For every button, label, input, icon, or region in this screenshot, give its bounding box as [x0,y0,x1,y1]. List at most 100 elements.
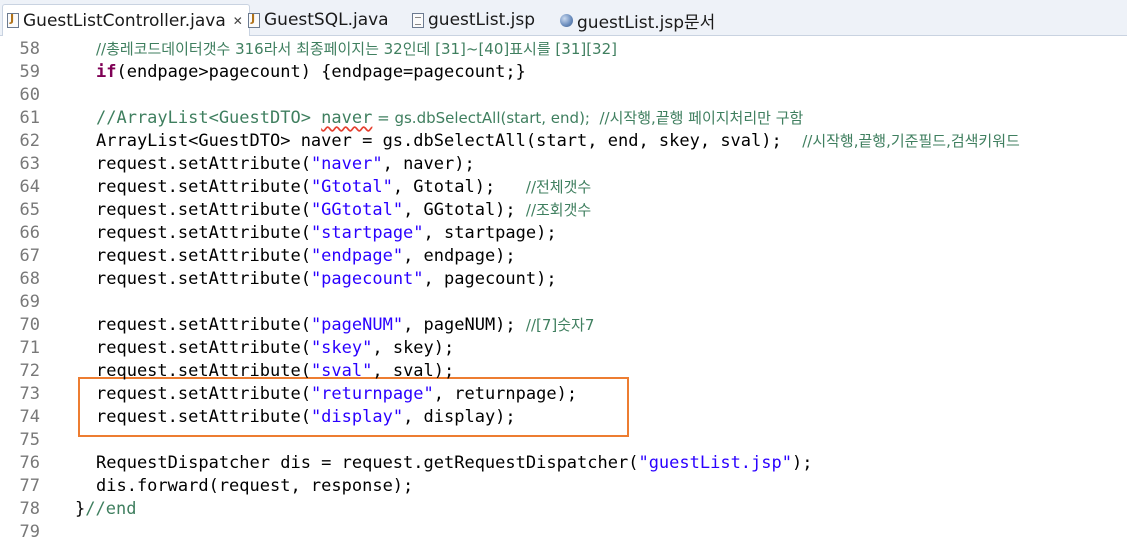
code-token: naver [321,108,373,128]
tab-guestsql-java[interactable]: GuestSQL.java [248,4,389,36]
tab-label: guestList.jsp문서 [577,12,716,33]
code-token: , GGtotal); [403,200,526,220]
code-token: request.setAttribute( [96,223,311,243]
line-code: request.setAttribute("sval", sval); [96,360,454,383]
line-number: 67 [19,246,40,266]
code-token: request.setAttribute( [96,177,311,197]
code-line[interactable]: 70 request.setAttribute("pageNUM", pageNU… [0,314,1127,337]
tab-guestlist-jsp-document[interactable]: guestList.jsp문서 [560,4,715,36]
code-token: "Gtotal" [310,177,393,197]
code-line[interactable]: 69 [0,291,1127,314]
code-token: request.setAttribute( [96,200,311,220]
code-line[interactable]: 76 RequestDispatcher dis = request.getReq… [0,452,1127,475]
line-number: 69 [19,292,40,312]
code-editor[interactable]: 58 //총레코드데이터갯수 316라서 최종페이지는 32인데 [31]~[40… [0,36,1127,542]
code-line[interactable]: 60 [0,84,1127,107]
line-code: RequestDispatcher dis = request.getReque… [96,452,812,475]
code-token: RequestDispatcher dis = request.getReque… [96,453,639,473]
code-token: dis.forward(request, response); [96,476,414,496]
line-number: 60 [19,85,40,105]
code-line[interactable]: 63 request.setAttribute("naver", naver); [0,153,1127,176]
code-token: //ArrayList<GuestDTO> [96,108,322,128]
code-token: , skey); [372,338,455,358]
line-number: 71 [19,338,40,358]
code-line[interactable]: 61 //ArrayList<GuestDTO> naver = gs.dbSel… [0,107,1127,130]
code-line[interactable]: 59 if(endpage>pagecount) {endpage=pagecou… [0,61,1127,84]
line-number: 64 [19,177,40,197]
line-number: 75 [19,430,40,450]
line-code: if(endpage>pagecount) {endpage=pagecount… [96,61,526,84]
line-code: dis.forward(request, response); [96,475,413,498]
code-token: //end [85,499,137,519]
code-line[interactable]: 77 dis.forward(request, response); [0,475,1127,498]
code-token: , naver); [382,154,475,174]
code-line[interactable]: 58 //총레코드데이터갯수 316라서 최종페이지는 32인데 [31]~[40… [0,38,1127,61]
code-token: , pageNUM); [403,315,526,335]
code-line[interactable]: 79 [0,521,1127,544]
code-token: "sval" [310,361,373,381]
tab-guestlist-jsp[interactable]: guestList.jsp [412,4,535,36]
line-number: 66 [19,223,40,243]
code-token: "pageNUM" [310,315,404,335]
code-line[interactable]: 74 request.setAttribute("display", displa… [0,406,1127,429]
jsp-file-icon [412,12,424,28]
code-token: if [96,62,117,82]
tab-guestlistcontroller-java[interactable]: GuestListController.java ✕ [2,4,250,36]
line-number: 63 [19,154,40,174]
code-line[interactable]: 66 request.setAttribute("startpage", star… [0,222,1127,245]
code-token: "skey" [310,338,373,358]
line-code: request.setAttribute("naver", naver); [96,153,475,176]
line-code: }//end [75,498,136,521]
code-line[interactable]: 67 request.setAttribute("endpage", endpag… [0,245,1127,268]
code-token: request.setAttribute( [96,246,311,266]
code-token: , returnpage); [433,384,578,404]
code-line[interactable]: 72 request.setAttribute("sval", sval); [0,360,1127,383]
line-number: 70 [19,315,40,335]
code-line[interactable]: 71 request.setAttribute("skey", skey); [0,337,1127,360]
java-file-icon [7,12,19,28]
line-code: //ArrayList<GuestDTO> naver = gs.dbSelec… [96,107,803,130]
line-number: 74 [19,407,40,427]
tab-label: GuestSQL.java [264,10,389,30]
code-token: (endpage>pagecount) {endpage=pagecount;} [116,62,526,82]
line-number: 59 [19,62,40,82]
code-token: //[7]숫자7 [525,316,595,334]
code-line[interactable]: 73 request.setAttribute("returnpage", ret… [0,383,1127,406]
line-code: request.setAttribute("skey", skey); [96,337,454,360]
line-code: ArrayList<GuestDTO> naver = gs.dbSelectA… [96,130,1020,153]
code-token: ); [791,453,813,473]
code-token: request.setAttribute( [96,269,311,289]
line-code: request.setAttribute("Gtotal", Gtotal); … [96,176,591,199]
code-token: //전체갯수 [525,178,592,196]
line-number: 58 [19,39,40,59]
code-token: request.setAttribute( [96,154,311,174]
code-token: request.setAttribute( [96,407,311,427]
close-icon[interactable]: ✕ [233,14,243,28]
code-token: "display" [310,407,404,427]
line-number: 62 [19,131,40,151]
line-number: 78 [19,499,40,519]
code-token: "startpage" [310,223,424,243]
code-line[interactable]: 75 [0,429,1127,452]
code-token: request.setAttribute( [96,361,311,381]
code-token: , endpage); [403,246,516,266]
code-line[interactable]: 78}//end [0,498,1127,521]
code-line[interactable]: 65 request.setAttribute("GGtotal", GGtota… [0,199,1127,222]
code-token: , sval); [372,361,455,381]
code-token: //조회갯수 [525,201,592,219]
line-number: 73 [19,384,40,404]
code-token: request.setAttribute( [96,315,311,335]
line-code: request.setAttribute("startpage", startp… [96,222,557,245]
code-line[interactable]: 64 request.setAttribute("Gtotal", Gtotal)… [0,176,1127,199]
code-token: "pagecount" [310,269,424,289]
java-file-icon [248,12,260,28]
line-number: 72 [19,361,40,381]
code-token: , Gtotal); [392,177,526,197]
code-line[interactable]: 62 ArrayList<GuestDTO> naver = gs.dbSelec… [0,130,1127,153]
code-line[interactable]: 68 request.setAttribute("pagecount", page… [0,268,1127,291]
line-code: request.setAttribute("endpage", endpage)… [96,245,516,268]
code-token: } [75,499,86,519]
code-token: = gs.dbSelectAll(start, end); //시작행,끝행 페… [372,109,804,127]
line-number: 79 [19,522,40,542]
globe-icon [560,13,573,27]
